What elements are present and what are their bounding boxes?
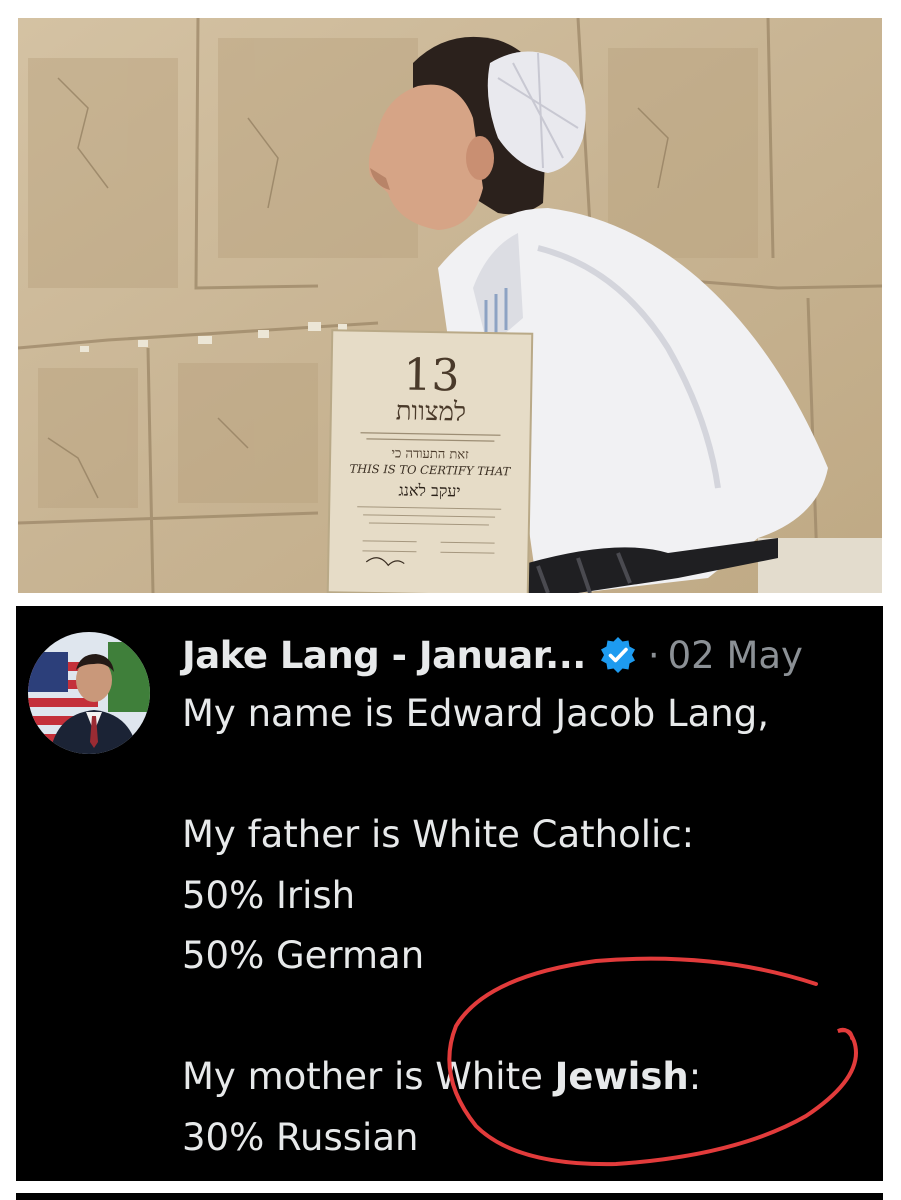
certificate-hebrew-line: זאת התעודה כי [391,446,469,462]
next-panel-edge [16,1193,883,1200]
tweet-body: My name is Edward Jacob Lang, My father … [182,684,872,1168]
tweet-date[interactable]: 02 May [668,634,803,677]
separator-dot: · [647,633,660,677]
tweet-line: My mother is White Jewish: [182,1047,872,1108]
tweet-line: 50% Irish [182,873,356,917]
tweet-line: 50% German [182,934,425,977]
author-name[interactable]: Jake Lang - Januar... [182,634,586,677]
avatar[interactable] [28,632,150,754]
certificate-title: למצוות [395,396,466,427]
tweet-line: My name is Edward Jacob Lang, [182,692,769,735]
photo: 13 למצוות זאת התעודה כי THIS IS TO CERTI… [18,18,882,593]
tweet-text: My mother is White [182,1055,555,1098]
certificate-number: 13 [403,350,460,402]
tweet-line: 30% Russian [182,1115,419,1159]
tweet-header: Jake Lang - Januar... · 02 May [182,628,872,682]
tweet-bold-text: Jewish [554,1055,689,1098]
western-wall-photo: 13 למצוות זאת התעודה כי THIS IS TO CERTI… [18,18,882,593]
certificate-name: יעקב לאנג [398,480,461,500]
certificate-english-line: THIS IS TO CERTIFY THAT [349,462,511,479]
verified-badge-icon [598,635,638,675]
tweet-card: Jake Lang - Januar... · 02 May My name i… [16,606,883,1181]
tweet-line: My father is White Catholic: [182,813,695,856]
tweet-text: : [688,1055,702,1098]
